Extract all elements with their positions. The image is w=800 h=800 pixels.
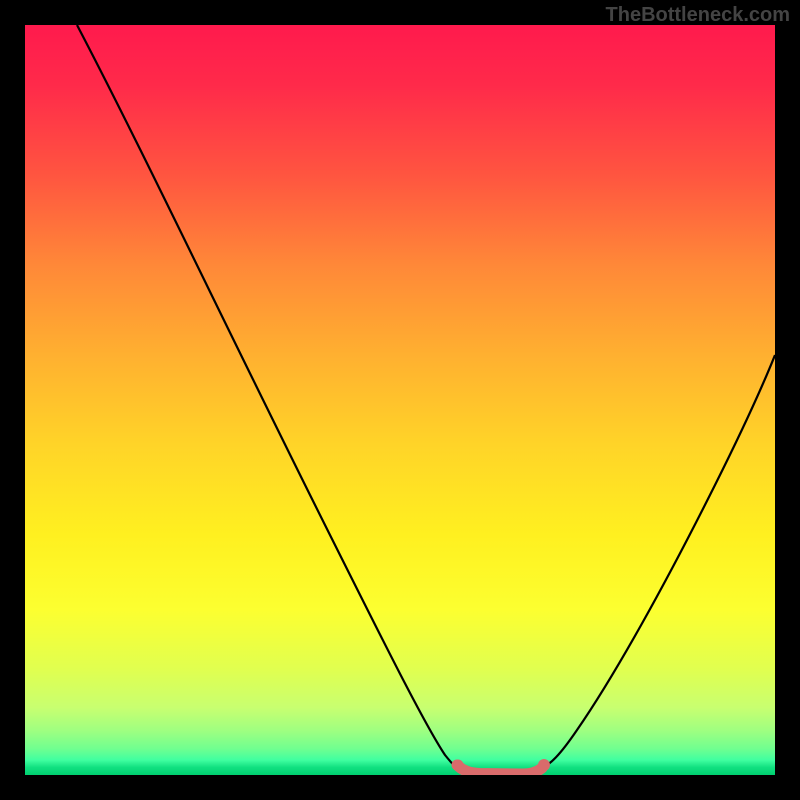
bottleneck-curve-right: [540, 355, 775, 769]
bottleneck-curve-left: [77, 25, 463, 771]
optimal-zone-strip: [457, 765, 542, 774]
chart-plot-area: [25, 25, 775, 775]
optimal-zone-dot-end: [538, 759, 550, 771]
chart-curve-svg: [25, 25, 775, 775]
watermark-text: TheBottleneck.com: [606, 4, 790, 27]
optimal-zone-dot-start: [453, 760, 464, 771]
